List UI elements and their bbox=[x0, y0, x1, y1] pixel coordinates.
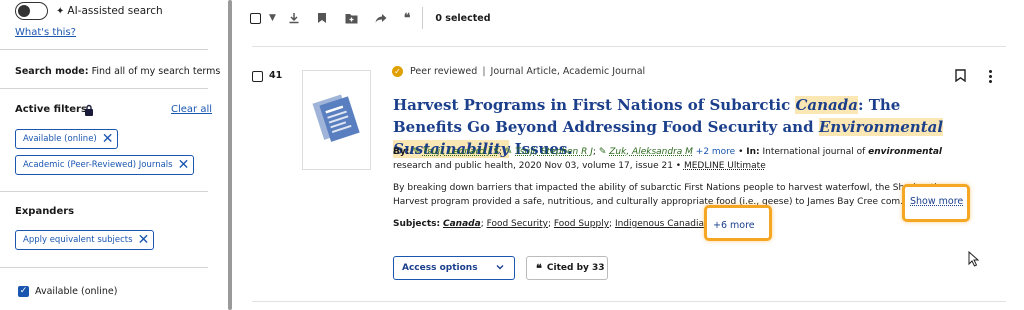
document-icon bbox=[312, 94, 360, 142]
more-subjects-link[interactable]: +6 more bbox=[713, 220, 755, 231]
search-mode-value: Find all of my search terms bbox=[91, 66, 221, 77]
download-icon[interactable] bbox=[288, 8, 300, 28]
cited-by-label: Cited by 33 bbox=[546, 263, 605, 273]
filter-chip-available-online[interactable]: Available (online) ✕ bbox=[15, 129, 119, 149]
filters-sidebar: ✦ AI-assisted search What's this? Search… bbox=[0, 0, 226, 310]
ai-search-label: AI-assisted search bbox=[67, 5, 163, 17]
sidebar-divider bbox=[0, 49, 208, 50]
author-link[interactable]: ✎ Tsuji, Stephen R J bbox=[505, 147, 593, 157]
result-number: 41 bbox=[269, 70, 283, 81]
share-icon[interactable] bbox=[375, 8, 387, 28]
ai-search-row[interactable]: ✦ AI-assisted search bbox=[15, 2, 163, 20]
close-icon[interactable]: ✕ bbox=[138, 233, 150, 247]
subjects-line: Subjects: Canada; Food Security; Food Su… bbox=[393, 219, 715, 229]
access-options-button[interactable]: Access options bbox=[393, 256, 515, 280]
clear-all-link[interactable]: Clear all bbox=[171, 104, 212, 115]
subject-link[interactable]: Food Supply bbox=[554, 219, 609, 229]
expander-chip-label: Apply equivalent subjects bbox=[23, 235, 133, 245]
ai-search-toggle[interactable] bbox=[15, 2, 48, 20]
cite-icon[interactable]: ❝ bbox=[404, 8, 410, 28]
subject-link[interactable]: Food Security bbox=[487, 219, 548, 229]
author-icon: ✎ bbox=[598, 147, 607, 157]
database-name: MEDLINE Ultimate bbox=[683, 161, 766, 171]
author-link[interactable]: ✎ Tsuji, Leonard J S bbox=[412, 147, 499, 157]
filter-chip-label: Academic (Peer-Reviewed) Journals bbox=[23, 160, 173, 170]
peer-reviewed-label: Peer reviewed bbox=[410, 66, 478, 77]
peer-reviewed-check-icon: ✓ bbox=[392, 66, 403, 77]
abstract-snippet: By breaking down barriers that impacted … bbox=[393, 183, 949, 207]
close-icon[interactable]: ✕ bbox=[178, 158, 190, 172]
show-more-link[interactable]: Show more bbox=[910, 196, 963, 207]
toolbar-separator bbox=[422, 7, 424, 29]
results-divider bbox=[252, 301, 1006, 302]
select-all-checkbox[interactable] bbox=[250, 8, 261, 28]
author-icon: ✎ bbox=[504, 147, 513, 157]
chevron-down-icon bbox=[496, 265, 504, 270]
sidebar-divider bbox=[0, 191, 208, 192]
quote-icon: ❝ bbox=[536, 261, 542, 275]
document-type: Journal Article, Academic Journal bbox=[490, 66, 646, 77]
source-text: International journal of bbox=[762, 147, 869, 157]
add-to-folder-icon[interactable] bbox=[345, 8, 358, 28]
close-icon[interactable]: ✕ bbox=[102, 132, 114, 146]
filter-chip-peer-reviewed[interactable]: Academic (Peer-Reviewed) Journals ✕ bbox=[15, 155, 195, 175]
selected-count: 0 selected bbox=[435, 12, 491, 24]
available-online-checkbox-row[interactable]: ✓ Available (online) bbox=[18, 286, 117, 297]
mouse-cursor-icon bbox=[968, 251, 980, 267]
source-text: research and public health, 2020 Nov 03,… bbox=[393, 161, 673, 171]
subject-link[interactable]: Indigenous Canadians bbox=[615, 219, 714, 229]
subjects-label: Subjects: bbox=[393, 219, 441, 229]
source-highlight: environmental bbox=[868, 147, 943, 157]
active-filters-title: Active filters bbox=[15, 104, 87, 115]
peer-reviewed-line: ✓ Peer reviewed | Journal Article, Acade… bbox=[392, 66, 645, 77]
title-text: Harvest Programs in First Nations of Sub… bbox=[393, 96, 796, 114]
document-thumbnail[interactable] bbox=[302, 70, 371, 170]
more-options-icon[interactable] bbox=[988, 70, 993, 83]
sidebar-divider bbox=[0, 88, 208, 89]
checkbox-checked-icon[interactable]: ✓ bbox=[18, 286, 29, 297]
access-options-label: Access options bbox=[402, 263, 478, 273]
more-authors-link[interactable]: +2 more bbox=[696, 147, 735, 157]
results-divider bbox=[252, 46, 1006, 47]
in-label: In: bbox=[746, 147, 760, 157]
cited-by-button[interactable]: ❝ Cited by 33 bbox=[526, 256, 608, 280]
separator: | bbox=[482, 66, 486, 77]
whats-this-link[interactable]: What's this? bbox=[15, 27, 76, 38]
sidebar-divider bbox=[0, 267, 208, 268]
byline: By: ✎ Tsuji, Leonard J S; ✎ Tsuji, Steph… bbox=[393, 147, 943, 171]
bookmark-icon[interactable] bbox=[317, 8, 327, 28]
bookmark-icon[interactable] bbox=[955, 69, 966, 82]
author-icon: ✎ bbox=[412, 147, 420, 157]
available-online-checkbox-label: Available (online) bbox=[35, 286, 118, 297]
subject-link[interactable]: Canada bbox=[443, 219, 481, 229]
title-highlight: Canada bbox=[795, 96, 858, 114]
filter-chip-label: Available (online) bbox=[23, 134, 97, 144]
results-toolbar: ▼ ❝ 0 selected bbox=[250, 7, 491, 29]
search-mode: Search mode: Find all of my search terms bbox=[15, 66, 220, 77]
sparkle-icon: ✦ bbox=[56, 5, 65, 17]
expanders-title: Expanders bbox=[15, 206, 75, 217]
search-mode-label: Search mode: bbox=[15, 66, 89, 77]
sidebar-scrollbar[interactable] bbox=[228, 0, 232, 310]
select-dropdown-icon[interactable]: ▼ bbox=[269, 8, 276, 28]
author-link[interactable]: ✎ Zuk, Aleksandra M bbox=[599, 147, 693, 157]
result-checkbox[interactable] bbox=[252, 71, 263, 82]
by-label: By: bbox=[393, 147, 410, 157]
expander-chip-equivalent-subjects[interactable]: Apply equivalent subjects ✕ bbox=[15, 230, 155, 250]
lock-icon bbox=[85, 104, 93, 116]
